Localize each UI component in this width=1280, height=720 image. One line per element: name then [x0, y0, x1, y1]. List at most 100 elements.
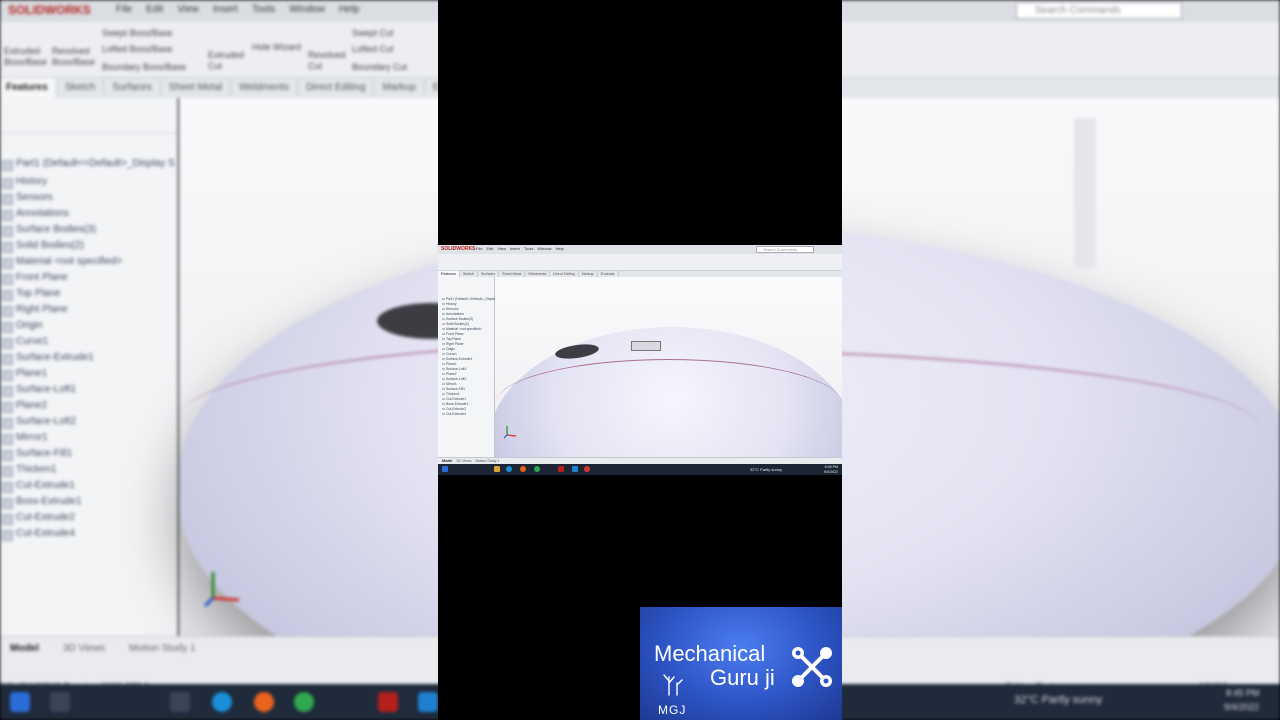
mini-explorer-icon[interactable]: [494, 466, 500, 472]
tree-item-cut-extrude4[interactable]: Cut-Extrude4: [0, 528, 75, 541]
tree-item-surface-extrude1[interactable]: Surface-Extrude1: [0, 352, 94, 365]
tree-item-boss-extrude1[interactable]: Boss-Extrude1: [0, 496, 82, 509]
mini-tree-origin[interactable]: Origin: [442, 347, 455, 351]
mini-tree-top-plane[interactable]: Top Plane: [442, 337, 461, 341]
mini-tree-cut-extrude2[interactable]: Cut-Extrude2: [442, 407, 466, 411]
tree-item-thicken1[interactable]: Thicken1: [0, 464, 57, 477]
revolved-boss-button[interactable]: Revolved Boss/Base: [52, 46, 95, 68]
tab-markup[interactable]: Markup: [374, 78, 425, 98]
weather-text[interactable]: 32°C Partly sunny: [1014, 694, 1102, 706]
search-icon[interactable]: [50, 692, 70, 712]
chrome-icon[interactable]: [294, 692, 314, 712]
search-commands-field[interactable]: Search Commands: [1016, 2, 1182, 19]
tree-item-surface-fill1[interactable]: Surface-Fill1: [0, 448, 72, 461]
mini-edge-icon[interactable]: [506, 466, 512, 472]
lofted-cut-button[interactable]: Lofted Cut: [352, 44, 394, 55]
mini-solidworks-taskbar-icon[interactable]: [558, 466, 564, 472]
mini-menu-edit[interactable]: Edit: [486, 246, 493, 251]
lofted-boss-button[interactable]: Lofted Boss/Base: [102, 44, 173, 55]
tree-item-surface-loft1[interactable]: Surface-Loft1: [0, 384, 76, 397]
tree-item-right-plane[interactable]: Right Plane: [0, 304, 68, 317]
tree-item-origin[interactable]: Origin: [0, 320, 43, 333]
mini-tab-motion-study[interactable]: Motion Study 1: [476, 459, 500, 463]
tree-item-surface-loft2[interactable]: Surface-Loft2: [0, 416, 76, 429]
solidworks-taskbar-icon[interactable]: [378, 692, 398, 712]
mini-tree-mirror1[interactable]: Mirror1: [442, 382, 457, 386]
boundary-boss-button[interactable]: Boundary Boss/Base: [102, 62, 186, 73]
mini-tree-front-plane[interactable]: Front Plane: [442, 332, 464, 336]
mini-tree-surface-bodies[interactable]: Surface Bodies(3): [442, 317, 473, 321]
mini-tree-plane1[interactable]: Plane1: [442, 362, 457, 366]
mini-tree-history[interactable]: History: [442, 302, 457, 306]
swept-cut-button[interactable]: Swept Cut: [352, 28, 394, 39]
mini-tree-surface-extrude1[interactable]: Surface-Extrude1: [442, 357, 472, 361]
mini-menu-window[interactable]: Window: [537, 246, 551, 251]
mini-tab-model[interactable]: Model: [442, 459, 452, 463]
mini-menu-file[interactable]: File: [476, 246, 482, 251]
tab-sketch[interactable]: Sketch: [57, 78, 105, 98]
tree-item-solid-bodies[interactable]: Solid Bodies(2): [0, 240, 84, 253]
mini-start-icon[interactable]: [442, 466, 448, 472]
mini-tree-surface-loft2[interactable]: Surface-Loft2: [442, 377, 466, 381]
tab-motion-study[interactable]: Motion Study 1: [117, 641, 208, 656]
mini-firefox-icon[interactable]: [520, 466, 526, 472]
task-pane-icons[interactable]: [1074, 118, 1096, 268]
extruded-cut-button[interactable]: Extruded Cut: [208, 50, 248, 72]
menu-help[interactable]: Help: [339, 4, 360, 15]
tree-item-cut-extrude1[interactable]: Cut-Extrude1: [0, 480, 75, 493]
mini-menu-insert[interactable]: Insert: [510, 246, 520, 251]
mini-tree-plane2[interactable]: Plane2: [442, 372, 457, 376]
tree-item-cut-extrude2[interactable]: Cut-Extrude2: [0, 512, 75, 525]
swept-boss-button[interactable]: Swept Boss/Base: [102, 28, 173, 39]
mini-tree-material[interactable]: Material <not specified>: [442, 327, 482, 331]
mini-tree-surface-fill1[interactable]: Surface-Fill1: [442, 387, 465, 391]
tree-item-history[interactable]: History: [0, 176, 47, 189]
tab-surfaces[interactable]: Surfaces: [104, 78, 161, 98]
tree-item-mirror1[interactable]: Mirror1: [0, 432, 48, 445]
mini-graphics-area[interactable]: [495, 277, 842, 457]
mini-tree-right-plane[interactable]: Right Plane: [442, 342, 464, 346]
extruded-boss-button[interactable]: Extruded Boss/Base: [4, 46, 47, 68]
menu-insert[interactable]: Insert: [213, 4, 238, 15]
mini-tree-sensors[interactable]: Sensors: [442, 307, 458, 311]
mini-menu-tools[interactable]: Tools: [524, 246, 533, 251]
mini-tree-curve1[interactable]: Curve1: [442, 352, 457, 356]
tree-item-annotations[interactable]: Annotations: [0, 208, 69, 221]
mini-tree-solid-bodies[interactable]: Solid Bodies(2): [442, 322, 469, 326]
menu-tools[interactable]: Tools: [252, 4, 275, 15]
mini-vscode-icon[interactable]: [572, 466, 578, 472]
menu-file[interactable]: File: [116, 4, 132, 15]
mini-weather-text[interactable]: 32°C Partly sunny: [750, 467, 782, 472]
tab-weldments[interactable]: Weldments: [231, 78, 298, 98]
menu-view[interactable]: View: [177, 4, 199, 15]
tree-item-sensors[interactable]: Sensors: [0, 192, 53, 205]
menu-edit[interactable]: Edit: [146, 4, 163, 15]
vscode-icon[interactable]: [418, 692, 438, 712]
mini-tree-surface-loft1[interactable]: Surface-Loft1: [442, 367, 466, 371]
tree-item-top-plane[interactable]: Top Plane: [0, 288, 60, 301]
tree-item-plane1[interactable]: Plane1: [0, 368, 47, 381]
tab-model[interactable]: Model: [0, 641, 51, 656]
mini-search-field[interactable]: Search Commands: [756, 246, 814, 253]
mini-tree-root[interactable]: Part1 (Default<<Default>_Display S: [442, 297, 500, 301]
mini-menu-view[interactable]: View: [497, 246, 506, 251]
tree-item-plane2[interactable]: Plane2: [0, 400, 47, 413]
tree-item-material[interactable]: Material <not specified>: [0, 256, 122, 269]
tree-root-part[interactable]: Part1 (Default<<Default>_Display S: [0, 158, 175, 171]
mini-tree-thicken1[interactable]: Thicken1: [442, 392, 460, 396]
mini-tree-cut-extrude4[interactable]: Cut-Extrude4: [442, 412, 466, 416]
menu-window[interactable]: Window: [289, 4, 325, 15]
mini-tree-annotations[interactable]: Annotations: [442, 312, 464, 316]
tab-3d-views[interactable]: 3D Views: [51, 641, 117, 656]
windows-app-icon[interactable]: [170, 692, 190, 712]
mini-app-icon[interactable]: [584, 466, 590, 472]
boundary-cut-button[interactable]: Boundary Cut: [352, 62, 407, 73]
tab-sheet-metal[interactable]: Sheet Metal: [161, 78, 232, 98]
edge-icon[interactable]: [212, 692, 232, 712]
mini-tree-cut-extrude1[interactable]: Cut-Extrude1: [442, 397, 466, 401]
mini-chrome-icon[interactable]: [534, 466, 540, 472]
hole-wizard-button[interactable]: Hole Wizard: [252, 42, 301, 53]
mini-menu-help[interactable]: Help: [556, 246, 564, 251]
windows-start-icon[interactable]: [10, 692, 30, 712]
tree-item-front-plane[interactable]: Front Plane: [0, 272, 68, 285]
